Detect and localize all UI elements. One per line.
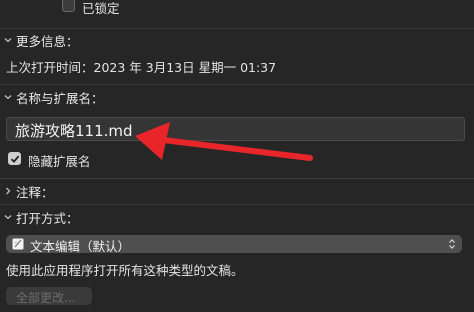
textedit-app-icon <box>12 238 24 250</box>
filename-value: 旅游攻略111.md <box>15 122 133 140</box>
change-all-button[interactable]: 全部更改... <box>6 287 92 305</box>
last-opened-text: 上次打开时间：2023 年 3月13日 星期一 01:37 <box>6 60 277 75</box>
filename-field[interactable]: 旅游攻略111.md <box>6 117 465 141</box>
locked-checkbox[interactable] <box>62 0 75 12</box>
open-with-description: 使用此应用程序打开所有这种类型的文稿。 <box>6 263 244 278</box>
name-ext-title: 名称与扩展名： <box>16 91 104 106</box>
comments-title: 注释： <box>16 185 54 200</box>
divider <box>0 84 474 85</box>
open-with-app-value: 文本编辑（默认） <box>30 239 131 254</box>
chevron-down-icon[interactable] <box>4 36 12 44</box>
change-all-label: 全部更改... <box>16 291 76 305</box>
more-info-title: 更多信息： <box>16 34 79 49</box>
chevron-right-icon[interactable] <box>4 187 12 195</box>
locked-label: 已锁定 <box>82 1 120 16</box>
hide-extension-checkbox[interactable] <box>8 152 21 165</box>
hide-extension-label: 隐藏扩展名 <box>28 154 91 169</box>
chevron-down-icon[interactable] <box>4 213 12 221</box>
up-down-chevron-icon <box>448 238 456 250</box>
divider <box>0 204 474 205</box>
divider <box>0 28 474 29</box>
chevron-down-icon[interactable] <box>4 93 12 101</box>
divider <box>0 178 474 179</box>
open-with-title: 打开方式： <box>16 211 79 226</box>
open-with-app-select[interactable]: 文本编辑（默认） <box>6 235 462 254</box>
